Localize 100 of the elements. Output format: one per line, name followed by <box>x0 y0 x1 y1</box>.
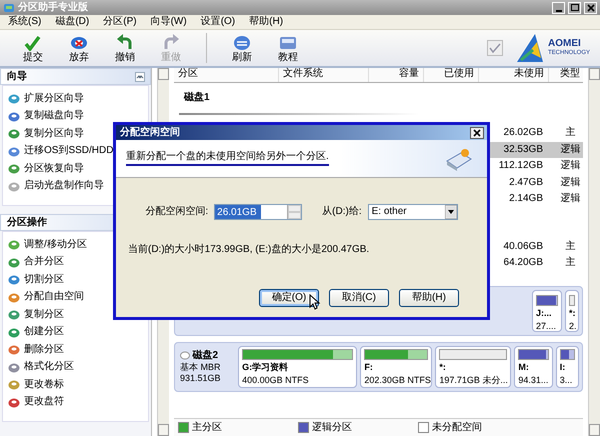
collapse-icon <box>135 72 145 82</box>
partition-bar <box>439 348 508 360</box>
source-dropdown[interactable]: E: other <box>368 204 458 220</box>
sidebar-item[interactable]: 扩展分区向导 <box>24 92 84 105</box>
partition-card[interactable]: J:... 27.... <box>532 290 562 332</box>
disk-icon <box>8 379 20 390</box>
scrollbar[interactable] <box>588 68 600 436</box>
legend-label: 逻辑分区 <box>312 422 352 434</box>
table-cell-text: 主 <box>564 240 576 253</box>
dialog-button[interactable]: 取消(C) <box>329 289 389 307</box>
column-header[interactable]: 容量 <box>369 68 424 82</box>
partition-detail: 27.... <box>536 320 558 332</box>
column-header[interactable]: 分区 <box>174 68 279 82</box>
minimize-button[interactable] <box>552 2 565 14</box>
disk-name: 磁盘2 <box>192 350 218 362</box>
sidebar-item[interactable]: 复制分区 <box>24 308 64 321</box>
disk-icon <box>8 256 20 268</box>
sidebar-item[interactable]: 调整/移动分区 <box>24 238 87 251</box>
dialog-description: 重新分配一个盘的未使用空间给另外一个分区. <box>126 151 329 166</box>
disk-type: 基本 MBR <box>180 362 222 372</box>
partition-bar <box>569 294 575 306</box>
table-cell-text: 64.20GB <box>502 257 544 270</box>
partition-name: F: <box>364 362 374 372</box>
disk-label: 磁盘1 <box>182 90 211 105</box>
dialog-button[interactable]: 帮助(H) <box>399 289 459 307</box>
sidebar-item[interactable]: 复制磁盘向导 <box>24 110 84 122</box>
menu-item[interactable]: 帮助(H) <box>249 16 284 28</box>
sidebar-item[interactable]: 分区恢复向导 <box>24 162 84 175</box>
menu-item[interactable]: 分区(P) <box>103 16 137 28</box>
toolbar-button[interactable]: 教程 <box>265 32 311 64</box>
sidebar-item[interactable]: 更改盘符 <box>24 396 64 408</box>
sidebar-item[interactable]: 切割分区 <box>24 274 64 286</box>
maximize-icon <box>570 2 580 12</box>
panel-header[interactable]: 向导 <box>0 68 151 85</box>
partition-name: *: <box>569 308 575 318</box>
size-spinner[interactable]: 26.01GB <box>214 204 302 220</box>
maximize-button[interactable] <box>568 2 581 14</box>
app-icon <box>3 2 15 14</box>
toolbar-button[interactable]: 放弃 <box>56 32 102 64</box>
table-cell-text: 26.02GB <box>502 127 544 140</box>
dropdown-caret-icon <box>444 205 457 219</box>
legend-swatch <box>178 422 189 433</box>
legend-label: 未分配空间 <box>432 422 482 434</box>
column-header[interactable]: 未使用 <box>479 68 549 82</box>
panel-title: 分区操作 <box>7 216 47 228</box>
partition-name: *: <box>439 362 447 372</box>
column-header[interactable]: 已使用 <box>424 68 479 82</box>
logo-icon <box>515 32 546 64</box>
legend-swatch <box>418 422 429 433</box>
partition-card[interactable]: I: 3... <box>556 346 579 388</box>
toolbar-button[interactable]: 提交 <box>10 32 56 64</box>
menu-item[interactable]: 设置(O) <box>200 16 236 28</box>
sidebar-item[interactable]: 迁移OS到SSD/HDD <box>24 145 114 158</box>
disk-icon <box>8 326 20 338</box>
sidebar-item[interactable]: 启动光盘制作向导 <box>24 180 104 192</box>
panel-title: 向导 <box>7 70 27 82</box>
partition-detail: 400.00GB NTFS <box>242 374 310 386</box>
disk-icon <box>8 292 20 303</box>
disk-icon <box>8 110 20 122</box>
disk-icon <box>180 351 190 360</box>
sidebar-item[interactable]: 更改卷标 <box>24 378 64 391</box>
column-header[interactable]: 文件系统 <box>279 68 369 82</box>
table-cell-text: 逻辑 <box>560 160 582 172</box>
sidebar-item[interactable]: 分配自由空间 <box>24 291 84 304</box>
menu-item[interactable]: 向导(W) <box>150 16 187 28</box>
disk-size: 931.51GB <box>180 372 222 384</box>
partition-card[interactable]: *: 197.71GB 未分... <box>435 346 512 388</box>
toolbar-button[interactable]: 撤销 <box>102 32 148 64</box>
disk-icon <box>8 239 20 250</box>
sidebar-item[interactable]: 合并分区 <box>24 256 64 268</box>
partition-card[interactable]: F: 202.30GB NTFS <box>360 346 432 388</box>
partition-card[interactable]: *: 2. <box>565 290 579 332</box>
table-cell-text: 32.53GB <box>502 144 544 156</box>
window-title: 分区助手专业版 <box>18 2 89 14</box>
dialog-button[interactable]: 确定(O) <box>259 289 319 307</box>
partition-name: G:学习资料 <box>242 362 290 372</box>
partition-card[interactable]: G:学习资料 400.00GB NTFS <box>238 346 358 388</box>
partition-detail: 202.30GB NTFS <box>364 374 428 386</box>
disk-icon <box>8 180 20 192</box>
sidebar-item[interactable]: 创建分区 <box>24 326 64 338</box>
table-cell-text: 2.14GB <box>508 193 544 206</box>
field-label: 从(D:)给: <box>322 206 362 218</box>
toolbar-button[interactable]: 刷新 <box>219 32 265 64</box>
sidebar-item[interactable]: 删除分区 <box>24 344 64 356</box>
partition-card[interactable]: M: 94.31... <box>514 346 553 388</box>
sidebar-item[interactable]: 格式化分区 <box>24 361 74 374</box>
checkmark-icon <box>487 40 504 56</box>
disk-icon <box>8 309 20 320</box>
sidebar-item[interactable]: 复制分区向导 <box>24 128 84 140</box>
close-button[interactable] <box>470 126 484 138</box>
disk-icon <box>8 362 20 373</box>
disk-icon <box>8 93 20 104</box>
partition-name: M: <box>518 362 530 372</box>
table-cell-text: 逻辑 <box>560 144 582 156</box>
table-cell-text: 112.12GB <box>498 160 544 172</box>
logo-text: AOMEI <box>548 38 582 50</box>
menu-item[interactable]: 系统(S) <box>8 16 42 28</box>
disk-icon <box>8 163 20 174</box>
legend-swatch <box>298 422 309 433</box>
menu-item[interactable]: 磁盘(D) <box>55 16 90 28</box>
